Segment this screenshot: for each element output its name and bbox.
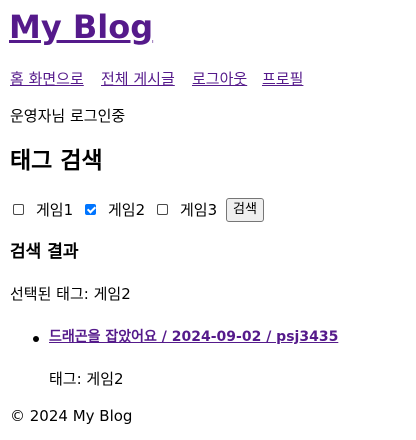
tag-search-heading: 태그 검색 [10,148,103,174]
nav-profile-link[interactable]: 프로필 [262,69,303,89]
search-button[interactable]: 검색 [226,198,264,222]
tag-checkbox-3[interactable] [157,204,168,215]
tag-checkbox-2-label: 게임2 [108,201,146,219]
nav-home-link[interactable]: 홈 화면으로 [10,69,84,89]
tag-checkbox-1[interactable] [13,204,24,215]
footer-text: © 2024 My Blog [10,407,133,425]
site-title-link[interactable]: My Blog [9,6,153,48]
tag-checkbox-3-label: 게임3 [180,201,218,219]
tag-checkbox-1-label: 게임1 [36,201,74,219]
nav-all-posts-link[interactable]: 전체 게시글 [101,69,175,89]
post-link[interactable]: 드래곤을 잡았어요 / 2024-09-02 / psj3435 [49,327,338,347]
selected-tags-text: 선택된 태그: 게임2 [10,285,131,303]
post-tags-text: 태그: 게임2 [49,370,124,388]
results-heading: 검색 결과 [10,242,79,262]
tag-checkbox-2[interactable] [85,204,96,215]
bullet-icon [33,336,39,342]
nav-logout-link[interactable]: 로그아웃 [192,69,247,89]
login-status-text: 운영자님 로그인중 [10,107,126,125]
